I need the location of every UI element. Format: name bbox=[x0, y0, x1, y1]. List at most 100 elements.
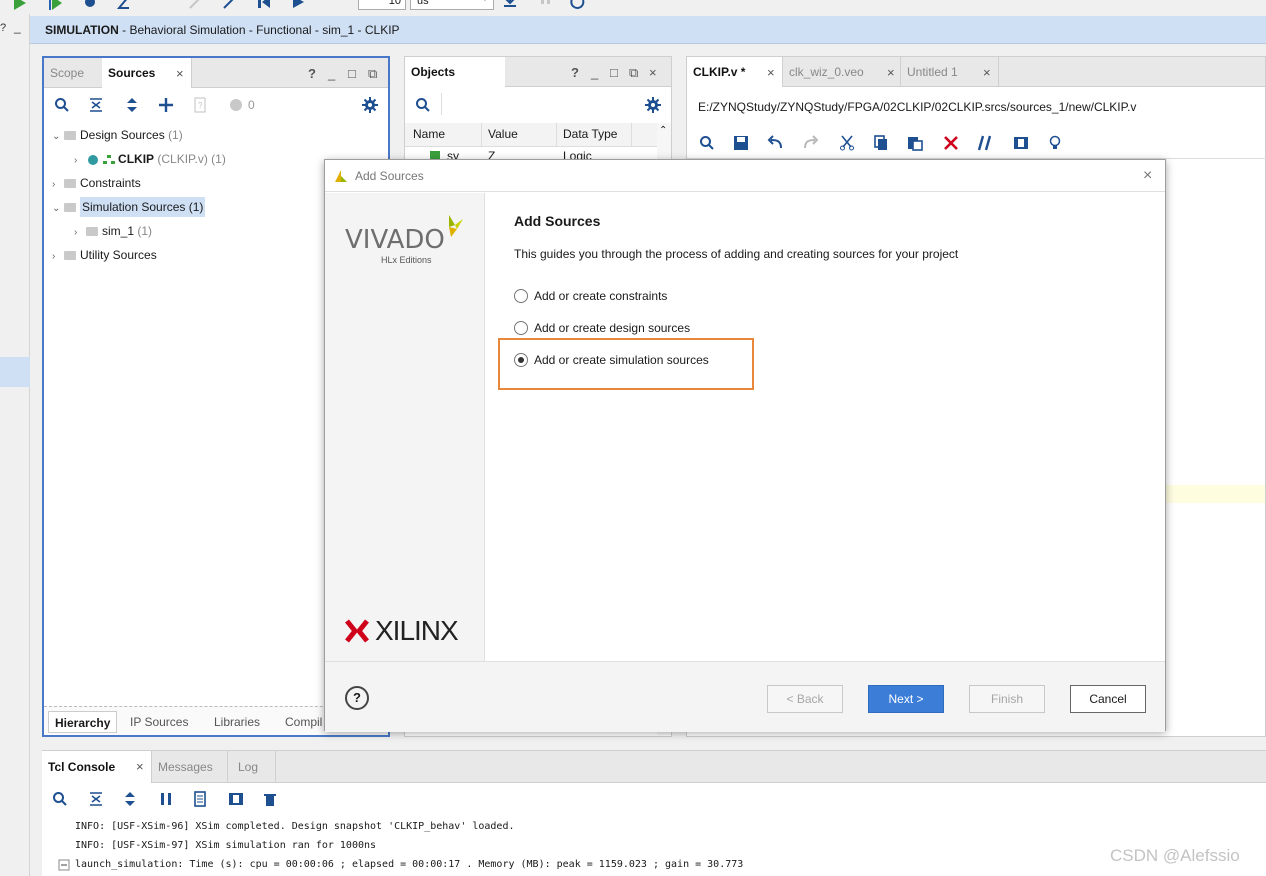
pause-icon[interactable] bbox=[538, 0, 554, 10]
document-disabled-icon[interactable]: ? bbox=[190, 95, 210, 115]
xilinx-logo-icon bbox=[345, 619, 369, 643]
column-data-type[interactable]: Data Type bbox=[563, 127, 617, 141]
chevron-right-icon[interactable]: › bbox=[74, 150, 84, 172]
add-sources-icon[interactable] bbox=[156, 95, 176, 115]
run-icon[interactable] bbox=[290, 0, 306, 10]
minimize-icon[interactable]: _ bbox=[328, 66, 335, 81]
run-time-input[interactable]: 10 bbox=[358, 0, 406, 10]
search-icon[interactable] bbox=[413, 95, 433, 115]
close-icon[interactable]: × bbox=[767, 65, 775, 80]
undo-icon[interactable] bbox=[765, 133, 785, 153]
tree-detail: (CLKIP.v) (1) bbox=[157, 152, 226, 166]
tree-count: (1) bbox=[137, 224, 153, 238]
chevron-right-icon[interactable]: › bbox=[74, 222, 84, 244]
finish-button[interactable]: Finish bbox=[969, 685, 1045, 713]
run-all-icon[interactable] bbox=[12, 0, 28, 12]
tree-item-sim-1[interactable]: › sim_1 (1) bbox=[74, 220, 152, 242]
tab-clk-wiz-veo[interactable]: clk_wiz_0.veo bbox=[783, 57, 901, 87]
tcl-console-panel: Tcl Console × Messages Log INFO: [USF-XS… bbox=[42, 750, 1266, 876]
run-for-icon[interactable] bbox=[48, 0, 64, 12]
tree-item-utility-sources[interactable]: › Utility Sources bbox=[52, 244, 157, 266]
tree-item-constraints[interactable]: › Constraints bbox=[52, 172, 141, 194]
help-icon[interactable]: ? bbox=[571, 65, 579, 80]
tree-item-simulation-sources[interactable]: ⌄ Simulation Sources (1) bbox=[52, 196, 206, 220]
help-button[interactable]: ? bbox=[345, 686, 369, 710]
close-icon[interactable]: × bbox=[887, 65, 895, 80]
restart-icon[interactable] bbox=[256, 0, 272, 10]
paste-icon[interactable] bbox=[905, 133, 925, 153]
copy-icon[interactable] bbox=[871, 133, 891, 153]
simulation-mode: SIMULATION bbox=[45, 23, 119, 37]
download-icon[interactable] bbox=[502, 0, 518, 10]
collapse-all-icon[interactable] bbox=[86, 95, 106, 115]
simulation-header: SIMULATION - Behavioral Simulation - Fun… bbox=[30, 16, 1266, 44]
chevron-right-icon[interactable]: › bbox=[52, 246, 62, 268]
help-icon[interactable]: ? bbox=[308, 66, 316, 81]
chevron-down-icon[interactable]: ⌄ bbox=[52, 198, 62, 220]
pause-output-icon[interactable] bbox=[156, 789, 176, 809]
objects-table-header: Name Value Data Type bbox=[405, 123, 657, 147]
wand-icon[interactable] bbox=[222, 0, 238, 10]
gear-icon[interactable] bbox=[360, 95, 380, 115]
lightbulb-icon[interactable] bbox=[1045, 133, 1065, 153]
radio-button[interactable] bbox=[514, 289, 528, 303]
objects-title: Objects bbox=[405, 57, 505, 87]
tree-item-clkip[interactable]: › CLKIP (CLKIP.v) (1) bbox=[74, 148, 226, 170]
close-icon[interactable]: × bbox=[649, 65, 657, 80]
gear-icon[interactable] bbox=[643, 95, 663, 115]
help-icon[interactable]: ? bbox=[0, 22, 6, 34]
tab-compile-order[interactable]: Compil bbox=[285, 711, 322, 733]
template-icon[interactable] bbox=[1011, 133, 1031, 153]
tab-scope[interactable]: Scope bbox=[44, 58, 102, 88]
flow-selected-item[interactable] bbox=[0, 357, 30, 387]
minimize-icon[interactable]: _ bbox=[591, 65, 598, 80]
chevron-right-icon[interactable]: › bbox=[52, 174, 62, 196]
expand-all-icon[interactable] bbox=[120, 789, 140, 809]
chevron-down-icon[interactable]: ⌄ bbox=[52, 126, 62, 148]
save-icon[interactable] bbox=[731, 133, 751, 153]
tree-item-design-sources[interactable]: ⌄ Design Sources (1) bbox=[52, 124, 183, 146]
redo-icon[interactable] bbox=[801, 133, 821, 153]
console-line: INFO: [USF-XSim-96] XSim completed. Desi… bbox=[75, 821, 515, 832]
chevron-down-icon[interactable] bbox=[480, 0, 490, 4]
settings-icon[interactable] bbox=[82, 0, 98, 10]
back-button[interactable]: < Back bbox=[767, 685, 843, 713]
column-value[interactable]: Value bbox=[488, 127, 518, 141]
maximize-icon[interactable]: □ bbox=[610, 65, 618, 80]
tab-messages[interactable]: Messages bbox=[152, 751, 228, 783]
comment-icon[interactable] bbox=[975, 133, 995, 153]
cancel-button[interactable]: Cancel bbox=[1070, 685, 1146, 713]
template-icon[interactable] bbox=[226, 789, 246, 809]
delete-icon[interactable] bbox=[941, 133, 961, 153]
refresh-icon[interactable] bbox=[570, 0, 586, 10]
column-name[interactable]: Name bbox=[413, 127, 445, 141]
search-icon[interactable] bbox=[52, 95, 72, 115]
float-icon[interactable]: ⧉ bbox=[629, 65, 638, 81]
cut-icon[interactable] bbox=[837, 133, 857, 153]
collapse-icon[interactable] bbox=[58, 859, 70, 871]
maximize-icon[interactable]: □ bbox=[348, 66, 356, 81]
tab-ip-sources[interactable]: IP Sources bbox=[130, 711, 188, 733]
chevron-up-icon[interactable]: ⌃ bbox=[659, 125, 667, 136]
close-icon[interactable]: × bbox=[1143, 160, 1152, 192]
close-icon[interactable]: × bbox=[983, 65, 991, 80]
search-icon[interactable] bbox=[697, 133, 717, 153]
tool-disabled-icon[interactable] bbox=[188, 0, 204, 10]
file-path: E:/ZYNQStudy/ZYNQStudy/FPGA/02CLKIP/02CL… bbox=[698, 100, 1137, 114]
expand-all-icon[interactable] bbox=[122, 95, 142, 115]
next-button[interactable]: Next > bbox=[868, 685, 944, 713]
float-icon[interactable]: ⧉ bbox=[368, 66, 377, 82]
radio-button[interactable] bbox=[514, 321, 528, 335]
minimize-icon[interactable]: _ bbox=[14, 20, 21, 34]
copy-icon[interactable] bbox=[190, 789, 210, 809]
step-icon[interactable] bbox=[116, 0, 132, 10]
collapse-all-icon[interactable] bbox=[86, 789, 106, 809]
close-icon[interactable]: × bbox=[136, 759, 144, 774]
editor-toolbar bbox=[687, 127, 1266, 159]
tab-log[interactable]: Log bbox=[232, 751, 276, 783]
close-icon[interactable]: × bbox=[176, 66, 184, 81]
search-icon[interactable] bbox=[50, 789, 70, 809]
trash-icon[interactable] bbox=[260, 789, 280, 809]
tab-hierarchy[interactable]: Hierarchy bbox=[48, 711, 118, 733]
tab-libraries[interactable]: Libraries bbox=[214, 711, 260, 733]
